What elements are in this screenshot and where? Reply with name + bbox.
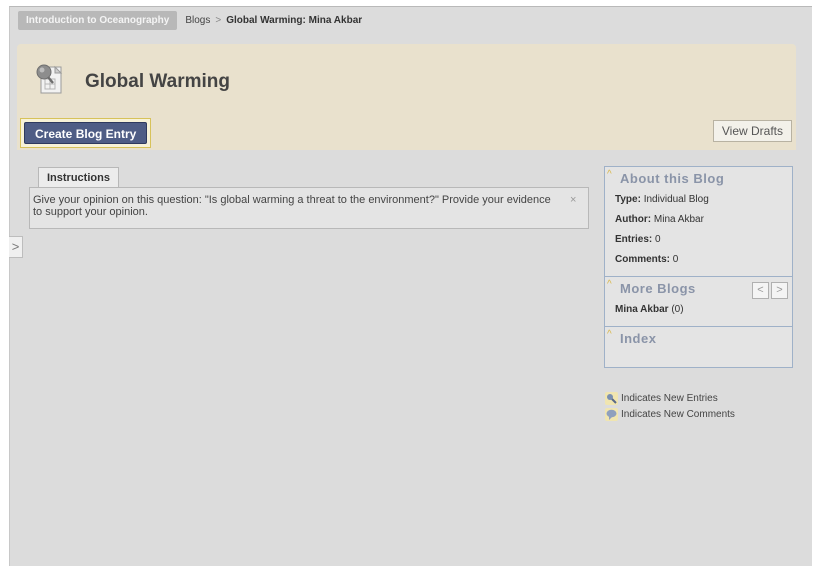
collapse-caret-icon[interactable]: ^ (607, 279, 612, 290)
blog-header: Global Warming Create Blog Entry View Dr… (17, 44, 796, 150)
blog-author-row: Author: Mina Akbar (615, 210, 782, 230)
create-blog-entry-button[interactable]: Create Blog Entry (24, 122, 148, 144)
page-title: Global Warming (85, 71, 230, 92)
blog-comments-row: Comments: 0 (615, 250, 782, 270)
breadcrumb-course-link[interactable]: Introduction to Oceanography (18, 10, 178, 30)
instructions-box: Give your opinion on this question: "Is … (29, 187, 589, 229)
about-blog-title[interactable]: About this Blog (620, 171, 782, 190)
instructions-panel: Instructions Give your opinion on this q… (29, 167, 589, 229)
new-entries-icon (605, 391, 618, 405)
breadcrumb-current: Global Warming: Mina Akbar (226, 14, 363, 26)
blog-list-name[interactable]: Mina Akbar (615, 304, 669, 315)
blog-author-value: Mina Akbar (653, 214, 704, 225)
index-title[interactable]: Index (620, 331, 782, 350)
blog-type-row: Type: Individual Blog (615, 190, 782, 210)
blog-comments-value: 0 (672, 254, 679, 265)
collapse-caret-icon[interactable]: ^ (607, 329, 612, 340)
breadcrumb-blogs-link[interactable]: Blogs (185, 15, 210, 26)
blog-entries-row: Entries: 0 (615, 230, 782, 250)
blog-page-icon (36, 64, 63, 94)
new-comments-icon (605, 407, 618, 421)
expand-menu-tab[interactable]: > (9, 236, 23, 258)
breadcrumb-separator: > (215, 14, 222, 26)
next-arrow-icon[interactable]: > (771, 282, 788, 299)
blog-comments-label: Comments: (615, 254, 671, 265)
instructions-tab[interactable]: Instructions (38, 167, 119, 188)
blog-entries-label: Entries: (615, 234, 653, 245)
blog-author-label: Author: (615, 214, 652, 225)
index-section: ^ Index (605, 327, 792, 356)
instructions-text: Give your opinion on this question: "Is … (33, 194, 551, 218)
more-blogs-section: ^ More Blogs < > Mina Akbar (0) (605, 277, 792, 327)
chevron-right-icon: > (11, 239, 20, 254)
collapse-caret-icon[interactable]: ^ (607, 169, 612, 180)
breadcrumb: Introduction to Oceanography Blogs > Glo… (18, 9, 362, 31)
legend-new-entries: Indicates New Entries (605, 390, 735, 406)
close-icon[interactable]: × (570, 195, 580, 206)
new-entries-text: Indicates New Entries (621, 392, 718, 404)
about-blog-section: ^ About this Blog Type: Individual Blog … (605, 167, 792, 277)
view-drafts-button[interactable]: View Drafts (712, 120, 792, 142)
previous-arrow-icon[interactable]: < (752, 282, 769, 299)
blog-sidebar: ^ About this Blog Type: Individual Blog … (604, 166, 793, 368)
more-blogs-nav: < > (750, 282, 788, 299)
blog-type-label: Type: (615, 194, 641, 205)
create-blog-entry-highlight: Create Blog Entry (20, 118, 152, 148)
new-comments-text: Indicates New Comments (621, 408, 735, 420)
legend: Indicates New Entries Indicates New Comm… (605, 390, 735, 422)
blog-type-value: Individual Blog (643, 194, 709, 205)
legend-new-comments: Indicates New Comments (605, 406, 735, 422)
blog-entries-value: 0 (655, 234, 661, 245)
blog-list-count: (0) (671, 304, 684, 315)
blog-list-item[interactable]: Mina Akbar (0) (615, 300, 782, 320)
